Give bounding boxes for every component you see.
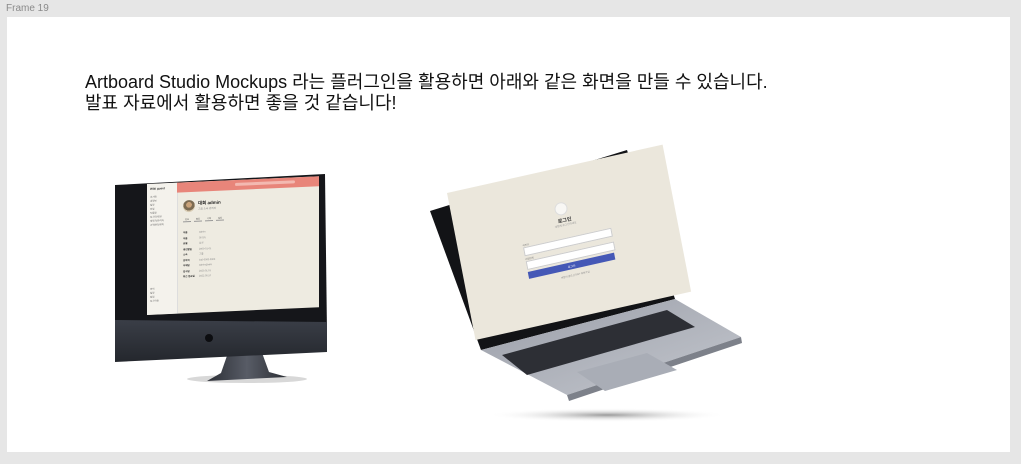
logo-icon xyxy=(553,201,569,217)
frame-label: Frame 19 xyxy=(6,3,49,14)
frame-canvas: Artboard Studio Mockups 라는 플러그인을 활용하면 아래… xyxy=(7,17,1010,452)
